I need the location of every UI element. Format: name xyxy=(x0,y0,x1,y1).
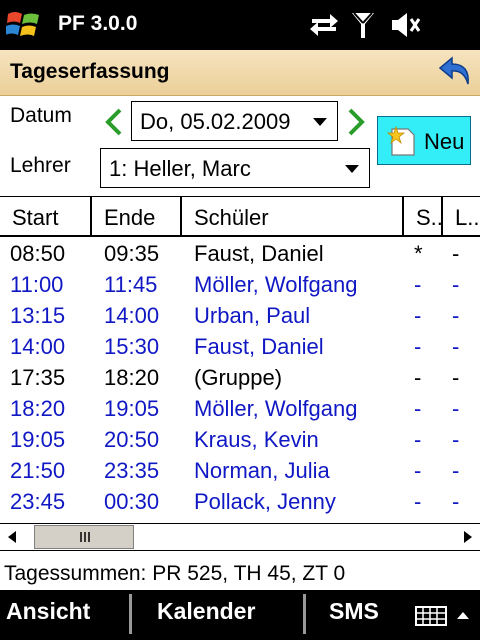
cell-s: - xyxy=(414,427,422,452)
horizontal-scrollbar[interactable] xyxy=(0,523,480,551)
cell-student: (Gruppe) xyxy=(194,365,283,390)
cell-l: - xyxy=(452,427,460,452)
cell-start: 11:00 xyxy=(10,272,64,297)
cell-l: - xyxy=(452,272,460,297)
cell-end: 15:30 xyxy=(104,334,160,359)
table-row[interactable]: 13:15 14:00 Urban, Paul - - xyxy=(0,301,480,332)
cell-start: 13:15 xyxy=(10,303,66,328)
cell-start: 18:20 xyxy=(10,396,66,421)
cell-student: Pollack, Jenny xyxy=(194,489,336,514)
cell-student: Möller, Wolfgang xyxy=(194,396,358,421)
cell-start: 21:50 xyxy=(10,458,66,483)
softkey-bar: Ansicht Kalender SMS xyxy=(0,590,480,640)
cell-l: - xyxy=(452,303,460,328)
cell-s: * xyxy=(414,241,423,266)
cell-start: 23:45 xyxy=(10,489,66,514)
column-header-start[interactable]: Start xyxy=(0,197,92,237)
column-header-l[interactable]: L.. xyxy=(443,197,480,237)
softkey-separator xyxy=(303,594,306,634)
softkey-separator xyxy=(129,594,132,634)
teacher-label: Lehrer xyxy=(10,154,71,177)
cell-start: 08:50 xyxy=(10,241,66,266)
app-title: PF 3.0.0 xyxy=(58,12,138,35)
cell-student: Kraus, Kevin xyxy=(194,427,319,452)
column-header-student[interactable]: Schüler xyxy=(182,197,404,237)
previous-day-arrow-icon[interactable] xyxy=(104,107,124,137)
dropdown-arrow-icon xyxy=(345,165,359,173)
windows-logo-icon[interactable] xyxy=(6,8,42,42)
cell-l: - xyxy=(452,489,460,514)
teacher-dropdown[interactable]: 1: Heller, Marc xyxy=(100,148,370,188)
table-header: Start Ende Schüler S.. L.. xyxy=(0,197,480,239)
table-row[interactable]: 17:35 18:20 (Gruppe) - - xyxy=(0,363,480,394)
next-day-arrow-icon[interactable] xyxy=(346,107,366,137)
table-row[interactable]: 14:00 15:30 Faust, Daniel - - xyxy=(0,332,480,363)
cell-l: - xyxy=(452,365,460,390)
cell-s: - xyxy=(414,489,422,514)
softkey-calendar[interactable]: Kalender xyxy=(157,598,255,625)
speaker-muted-icon[interactable] xyxy=(390,10,422,40)
new-button-label: Neu xyxy=(424,129,465,154)
lessons-table: Start Ende Schüler S.. L.. 08:50 09:35 Fau… xyxy=(0,196,480,551)
sync-arrows-icon[interactable] xyxy=(308,10,340,40)
page-title: Tageserfassung xyxy=(10,60,170,83)
new-entry-button[interactable]: Neu xyxy=(377,116,471,165)
cell-start: 14:00 xyxy=(10,334,66,359)
cell-l: - xyxy=(452,334,460,359)
page-header: Tageserfassung xyxy=(0,50,480,96)
dropdown-arrow-icon xyxy=(313,118,327,126)
cell-start: 17:35 xyxy=(10,365,66,390)
cell-student: Urban, Paul xyxy=(194,303,311,328)
cell-s: - xyxy=(414,458,422,483)
cell-l: - xyxy=(452,396,460,421)
cell-end: 14:00 xyxy=(104,303,160,328)
softkey-view[interactable]: Ansicht xyxy=(6,598,90,625)
teacher-value: 1: Heller, Marc xyxy=(109,156,251,181)
cell-s: - xyxy=(414,365,422,390)
cell-s: - xyxy=(414,334,422,359)
cell-s: - xyxy=(414,303,422,328)
scrollbar-thumb[interactable] xyxy=(34,525,134,549)
scroll-left-icon[interactable] xyxy=(0,524,26,550)
table-row[interactable]: 21:50 23:35 Norman, Julia - - xyxy=(0,456,480,487)
keyboard-icon[interactable] xyxy=(414,604,474,628)
date-value: Do, 05.02.2009 xyxy=(140,109,291,134)
date-dropdown[interactable]: Do, 05.02.2009 xyxy=(131,101,338,141)
softkey-sms[interactable]: SMS xyxy=(329,598,379,625)
table-row[interactable]: 19:05 20:50 Kraus, Kevin - - xyxy=(0,425,480,456)
table-row[interactable]: 11:00 11:45 Möller, Wolfgang - - xyxy=(0,270,480,301)
daily-totals: Tagessummen: PR 525, TH 45, ZT 0 xyxy=(4,562,346,585)
column-header-s[interactable]: S.. xyxy=(404,197,443,237)
table-row[interactable]: 18:20 19:05 Möller, Wolfgang - - xyxy=(0,394,480,425)
cell-end: 11:45 xyxy=(104,272,158,297)
cell-end: 19:05 xyxy=(104,396,160,421)
system-status-bar: PF 3.0.0 xyxy=(0,0,480,50)
cell-s: - xyxy=(414,272,422,297)
signal-antenna-icon[interactable] xyxy=(350,10,376,40)
table-row[interactable]: 08:50 09:35 Faust, Daniel * - xyxy=(0,239,480,270)
scroll-right-icon[interactable] xyxy=(454,524,480,550)
cell-student: Norman, Julia xyxy=(194,458,330,483)
column-header-end[interactable]: Ende xyxy=(92,197,182,237)
table-row[interactable]: 23:45 00:30 Pollack, Jenny - - xyxy=(0,487,480,518)
cell-student: Möller, Wolfgang xyxy=(194,272,358,297)
cell-student: Faust, Daniel xyxy=(194,334,324,359)
cell-student: Faust, Daniel xyxy=(194,241,324,266)
cell-start: 19:05 xyxy=(10,427,66,452)
table-body: 08:50 09:35 Faust, Daniel * - 11:00 11:45 Mölle… xyxy=(0,239,480,518)
cell-end: 18:20 xyxy=(104,365,160,390)
grip-icon xyxy=(80,532,90,542)
back-arrow-icon[interactable] xyxy=(438,56,472,88)
cell-l: - xyxy=(452,458,460,483)
new-document-icon xyxy=(386,125,415,156)
cell-end: 00:30 xyxy=(104,489,160,514)
cell-s: - xyxy=(414,396,422,421)
date-label: Datum xyxy=(10,104,72,127)
cell-end: 09:35 xyxy=(104,241,160,266)
cell-end: 23:35 xyxy=(104,458,160,483)
cell-l: - xyxy=(452,241,460,266)
cell-end: 20:50 xyxy=(104,427,160,452)
